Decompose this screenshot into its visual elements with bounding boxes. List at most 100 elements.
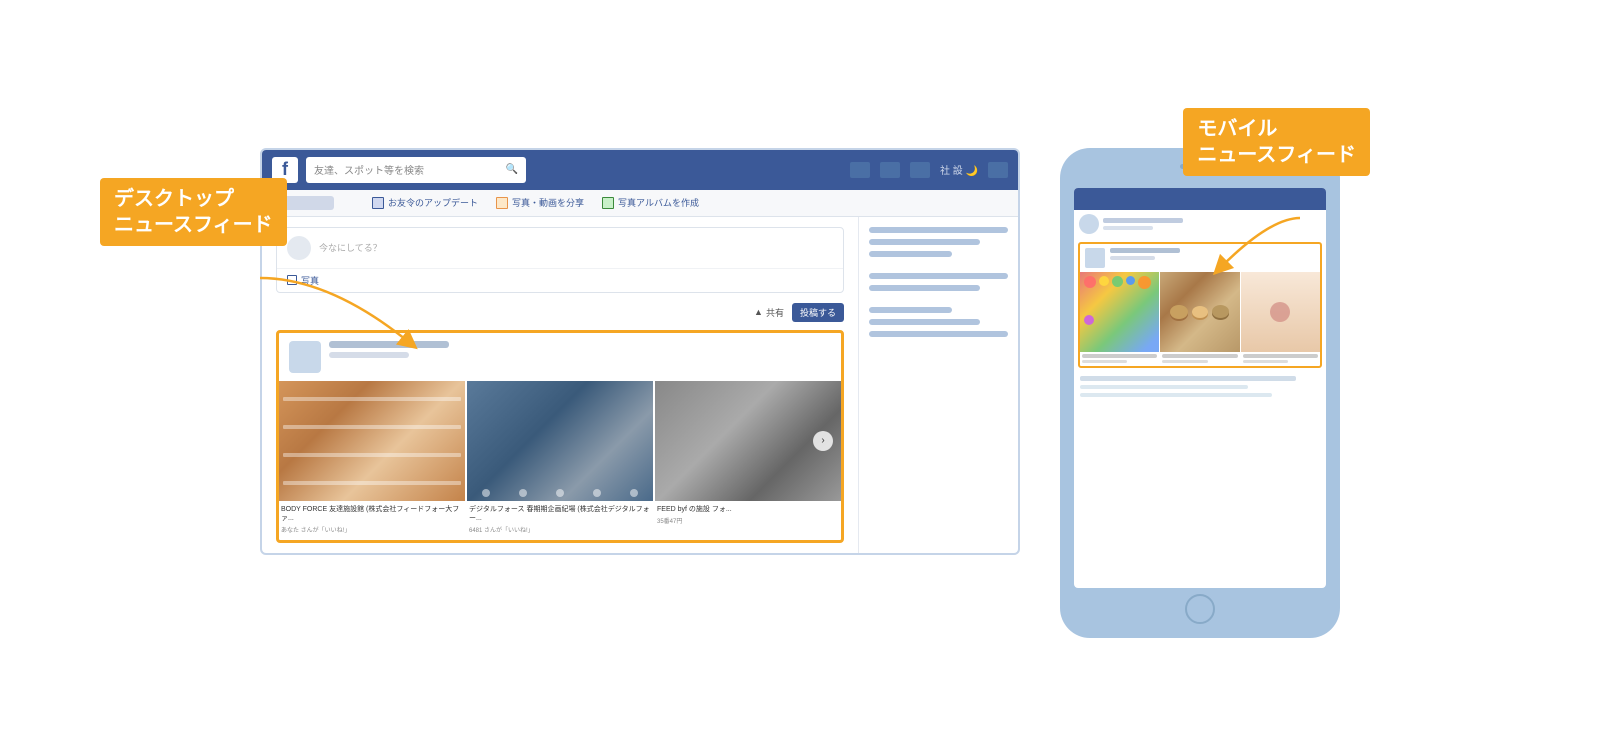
photo-caption-3: FEED byf の施設 フォ... 35番47円 xyxy=(655,505,841,534)
dessert-item xyxy=(1270,302,1290,322)
head-5 xyxy=(630,489,638,497)
post-box-top: 今なにしてる？ xyxy=(277,228,843,269)
mobile-label-line1: モバイル xyxy=(1197,118,1277,140)
head-3 xyxy=(556,489,564,497)
mobile-sidebar-lines xyxy=(1074,372,1326,401)
head-1 xyxy=(482,489,490,497)
toolbar-photo-label: 写真・動画を分享 xyxy=(512,196,584,209)
shelf-row-2 xyxy=(283,425,461,429)
desktop-label-line1: デスクトップ xyxy=(114,188,234,210)
caption-2-title: デジタルフォース 春期期企画紀場 (株式会社デジタルフォー... xyxy=(469,505,651,523)
toolbar-update-label: お友令のアップデート xyxy=(388,196,478,209)
nav-icons: 社 設 🌙 xyxy=(850,162,1008,178)
desktop-arrow xyxy=(250,268,470,358)
photo-strip: › xyxy=(279,381,841,501)
nav-icon-menu[interactable] xyxy=(988,162,1008,178)
mobile-scene: モバイル ニュースフィード xyxy=(1060,148,1340,638)
caption-2-sub: 6481 さんが「いいね!」 xyxy=(469,525,651,534)
post-button[interactable]: 投稿する xyxy=(792,303,844,322)
share-icon: ▲ xyxy=(754,307,763,317)
sidebar-line-3 xyxy=(869,251,952,257)
candy-4 xyxy=(1126,276,1135,285)
desktop-label-line2: ニュースフィード xyxy=(114,214,273,236)
facebook-toolbar: お友令のアップデート 写真・動画を分享 写真アルバムを作成 xyxy=(262,190,1018,217)
mobile-facebook-nav xyxy=(1074,188,1326,210)
post-button-label: 投稿する xyxy=(800,308,836,318)
toolbar-item-update[interactable]: お友令のアップデート xyxy=(372,196,478,209)
photo-1-shop xyxy=(279,381,465,501)
toolbar-item-photo[interactable]: 写真・動画を分享 xyxy=(496,196,584,209)
feed-post-highlighted: › BODY FORCE 友達施設館 (株式会社フィードフォー大ファ... あな… xyxy=(276,330,844,543)
share-button[interactable]: ▲ 共有 xyxy=(754,306,784,319)
macaron-2 xyxy=(1192,306,1208,318)
macaron-1 xyxy=(1170,305,1188,319)
nav-icon-groups[interactable] xyxy=(910,162,930,178)
photo-next-arrow[interactable]: › xyxy=(813,431,833,451)
toolbar-item-album[interactable]: 写真アルバムを作成 xyxy=(602,196,699,209)
mobile-user-avatar xyxy=(1079,214,1099,234)
photo-icon xyxy=(496,197,508,209)
mobile-name-line xyxy=(1103,218,1183,223)
mobile-photo-1-candy xyxy=(1080,272,1159,352)
mobile-label-line2: ニュースフィード xyxy=(1197,144,1356,166)
mobile-poster-avatar xyxy=(1085,248,1105,268)
photo-captions-row: BODY FORCE 友達施設館 (株式会社フィードフォー大ファ... あなた … xyxy=(279,501,841,540)
shelf-row-4 xyxy=(283,481,461,485)
head-2 xyxy=(519,489,527,497)
caption-3-title: FEED byf の施設 フォ... xyxy=(657,505,839,514)
photo-caption-1: BODY FORCE 友達施設館 (株式会社フィードフォー大ファ... あなた … xyxy=(279,505,465,534)
facebook-sidebar xyxy=(858,217,1018,553)
mobile-cap-line2-3 xyxy=(1243,360,1288,363)
mobile-cap-line1-1 xyxy=(1082,354,1157,358)
shelf-row-1 xyxy=(283,397,461,401)
mobile-cap-line2-2 xyxy=(1162,360,1207,363)
candy-1 xyxy=(1084,276,1096,288)
shelf-row-3 xyxy=(283,453,461,457)
nav-icon-friends[interactable] xyxy=(880,162,900,178)
mobile-arrow xyxy=(1190,208,1310,288)
sidebar-line-2 xyxy=(869,239,980,245)
search-icon: 🔍 xyxy=(506,164,518,175)
mobile-label: モバイル ニュースフィード xyxy=(1183,108,1370,176)
candy-6 xyxy=(1084,315,1094,325)
caption-1-title: BODY FORCE 友達施設館 (株式会社フィードフォー大ファ... xyxy=(281,505,463,523)
sidebar-line-7 xyxy=(869,319,980,325)
candy-5 xyxy=(1138,276,1151,289)
album-icon xyxy=(602,197,614,209)
crowd-detail xyxy=(467,381,653,501)
sidebar-line-6 xyxy=(869,307,952,313)
sidebar-line-8 xyxy=(869,331,1008,337)
candy-decoration xyxy=(1080,272,1159,352)
desktop-label: デスクトップ ニュースフィード xyxy=(100,178,287,246)
post-placeholder-text[interactable]: 今なにしてる？ xyxy=(319,241,382,254)
head-4 xyxy=(593,489,601,497)
candy-3 xyxy=(1112,276,1123,287)
mobile-cap-1 xyxy=(1080,352,1159,366)
search-placeholder-text: 友達、スポット等を検索 xyxy=(314,162,502,177)
toolbar-album-label: 写真アルバムを作成 xyxy=(618,196,699,209)
mobile-line-3 xyxy=(1080,393,1272,397)
nav-icon-home[interactable] xyxy=(850,162,870,178)
mobile-cap-line2-1 xyxy=(1082,360,1127,363)
macaron-3 xyxy=(1212,305,1229,318)
nav-user-text: 社 設 🌙 xyxy=(940,162,978,177)
shop-shelves-detail xyxy=(279,381,465,501)
sidebar-line-4 xyxy=(869,273,1008,279)
mobile-cap-line1-2 xyxy=(1162,354,1237,358)
facebook-search-bar[interactable]: 友達、スポット等を検索 🔍 xyxy=(306,157,526,183)
user-avatar-small xyxy=(287,236,311,260)
photo-2-crowd xyxy=(467,381,653,501)
main-scene: デスクトップ ニュースフィード f 友達、スポット等を検索 🔍 社 設 🌙 xyxy=(100,98,1500,638)
sidebar-line-5 xyxy=(869,285,980,291)
mobile-post-time xyxy=(1110,256,1155,260)
share-label: 共有 xyxy=(766,306,784,319)
facebook-navbar: f 友達、スポット等を検索 🔍 社 設 🌙 xyxy=(262,150,1018,190)
photo-caption-2: デジタルフォース 春期期企画紀場 (株式会社デジタルフォー... 6481 さん… xyxy=(467,505,653,534)
mobile-cap-3 xyxy=(1241,352,1320,366)
mobile-caption-row xyxy=(1080,352,1320,366)
caption-1-sub: あなた さんが「いいね!」 xyxy=(281,525,463,534)
mobile-line-1 xyxy=(1080,376,1296,381)
mobile-poster-name xyxy=(1110,248,1180,253)
mobile-cap-2 xyxy=(1160,352,1239,366)
mobile-home-button[interactable] xyxy=(1185,594,1215,624)
